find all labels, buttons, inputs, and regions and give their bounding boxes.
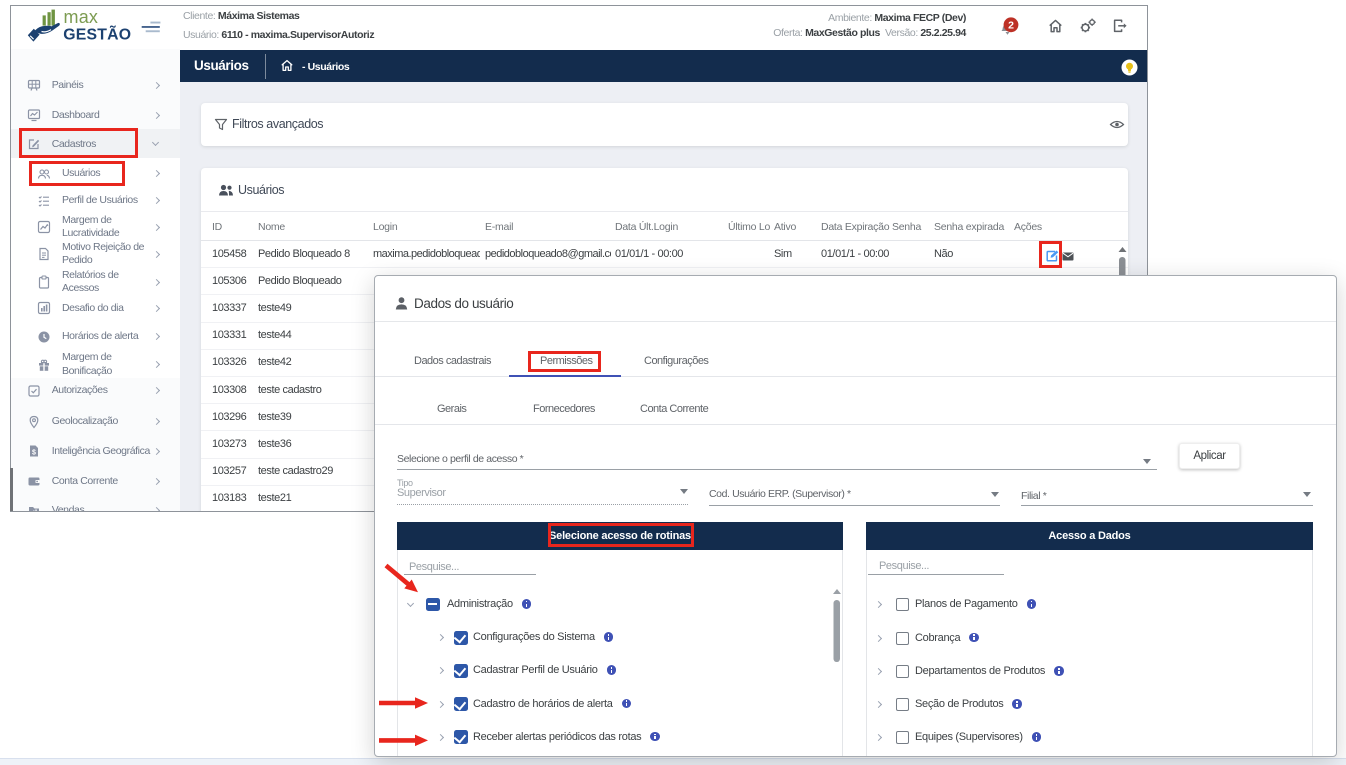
svg-text:2: 2: [1008, 19, 1014, 31]
svg-text:max: max: [64, 7, 99, 27]
svg-text:GESTÃO: GESTÃO: [63, 23, 131, 43]
svg-text:$: $: [32, 450, 36, 457]
